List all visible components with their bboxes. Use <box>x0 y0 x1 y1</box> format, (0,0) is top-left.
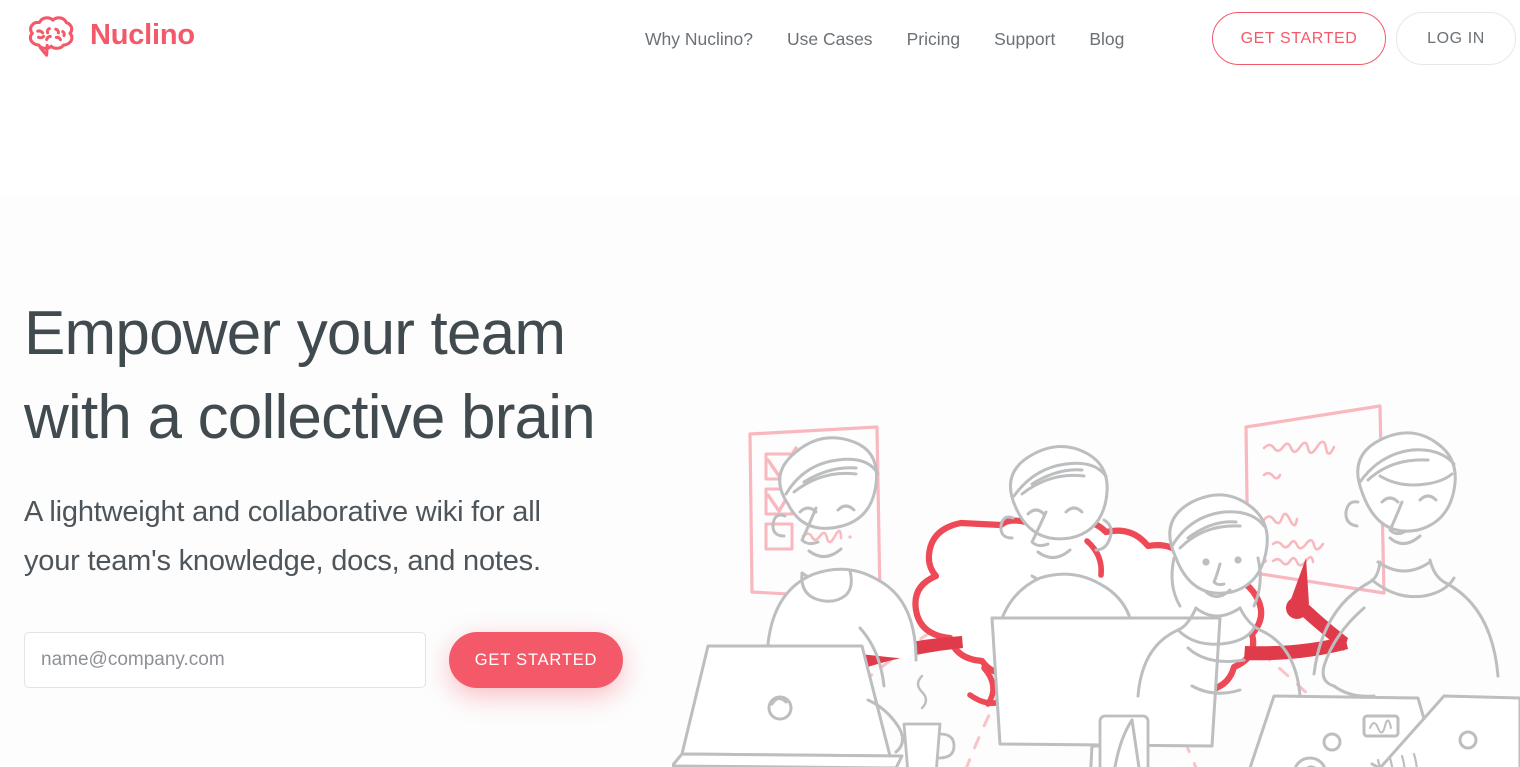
person-2-at-desktop <box>990 444 1222 767</box>
coffee-mug <box>902 674 956 767</box>
nav-blog[interactable]: Blog <box>1089 21 1124 58</box>
headline-line-1: Empower your team <box>24 299 566 368</box>
cloud-brain-body <box>912 512 1265 716</box>
nav-why-nuclino[interactable]: Why Nuclino? <box>645 21 753 58</box>
email-input[interactable] <box>24 632 426 688</box>
dashed-connection-lines <box>774 594 1380 767</box>
person-4-at-laptop <box>1312 431 1520 767</box>
phone-on-desk <box>1098 714 1150 767</box>
subhead-line-1: A lightweight and collaborative wiki for… <box>24 496 541 528</box>
cloud-face <box>1047 630 1164 697</box>
collective-brain-cloud-illustration <box>672 396 1520 767</box>
header-login-button[interactable]: LOG IN <box>1396 12 1516 65</box>
landing-page: Nuclino Why Nuclino? Use Cases Pricing S… <box>0 0 1520 767</box>
hero-copy: Empower your team with a collective brai… <box>24 292 724 688</box>
cloud-cheeks <box>1047 653 1164 665</box>
main-navigation: Why Nuclino? Use Cases Pricing Support B… <box>645 0 1124 78</box>
hero-get-started-button[interactable]: GET STARTED <box>449 632 623 688</box>
page-title: Empower your team with a collective brai… <box>24 292 724 460</box>
cloud-inner-curves <box>967 538 1223 707</box>
brand-name: Nuclino <box>90 18 195 51</box>
left-checklist-board <box>748 425 882 601</box>
nav-pricing[interactable]: Pricing <box>907 21 961 58</box>
right-connection-arrow <box>1244 558 1348 661</box>
headline-line-2: with a collective brain <box>24 383 596 452</box>
header-get-started-button[interactable]: GET STARTED <box>1212 12 1386 65</box>
cloud-shading <box>927 532 1212 671</box>
page-subtitle: A lightweight and collaborative wiki for… <box>24 488 724 586</box>
brand-logo[interactable]: Nuclino <box>24 12 195 58</box>
nav-support[interactable]: Support <box>994 21 1055 58</box>
site-header: Nuclino Why Nuclino? Use Cases Pricing S… <box>0 0 1520 78</box>
hero-section: Empower your team with a collective brai… <box>0 196 1520 767</box>
brain-speech-bubble-icon <box>24 12 80 58</box>
left-connection-arrow <box>780 612 963 679</box>
signup-form: GET STARTED <box>24 632 724 688</box>
subhead-line-2: your team's knowledge, docs, and notes. <box>24 545 541 577</box>
right-notes-board <box>1244 404 1386 595</box>
nav-use-cases[interactable]: Use Cases <box>787 21 873 58</box>
person-3-at-laptop <box>1113 493 1440 767</box>
